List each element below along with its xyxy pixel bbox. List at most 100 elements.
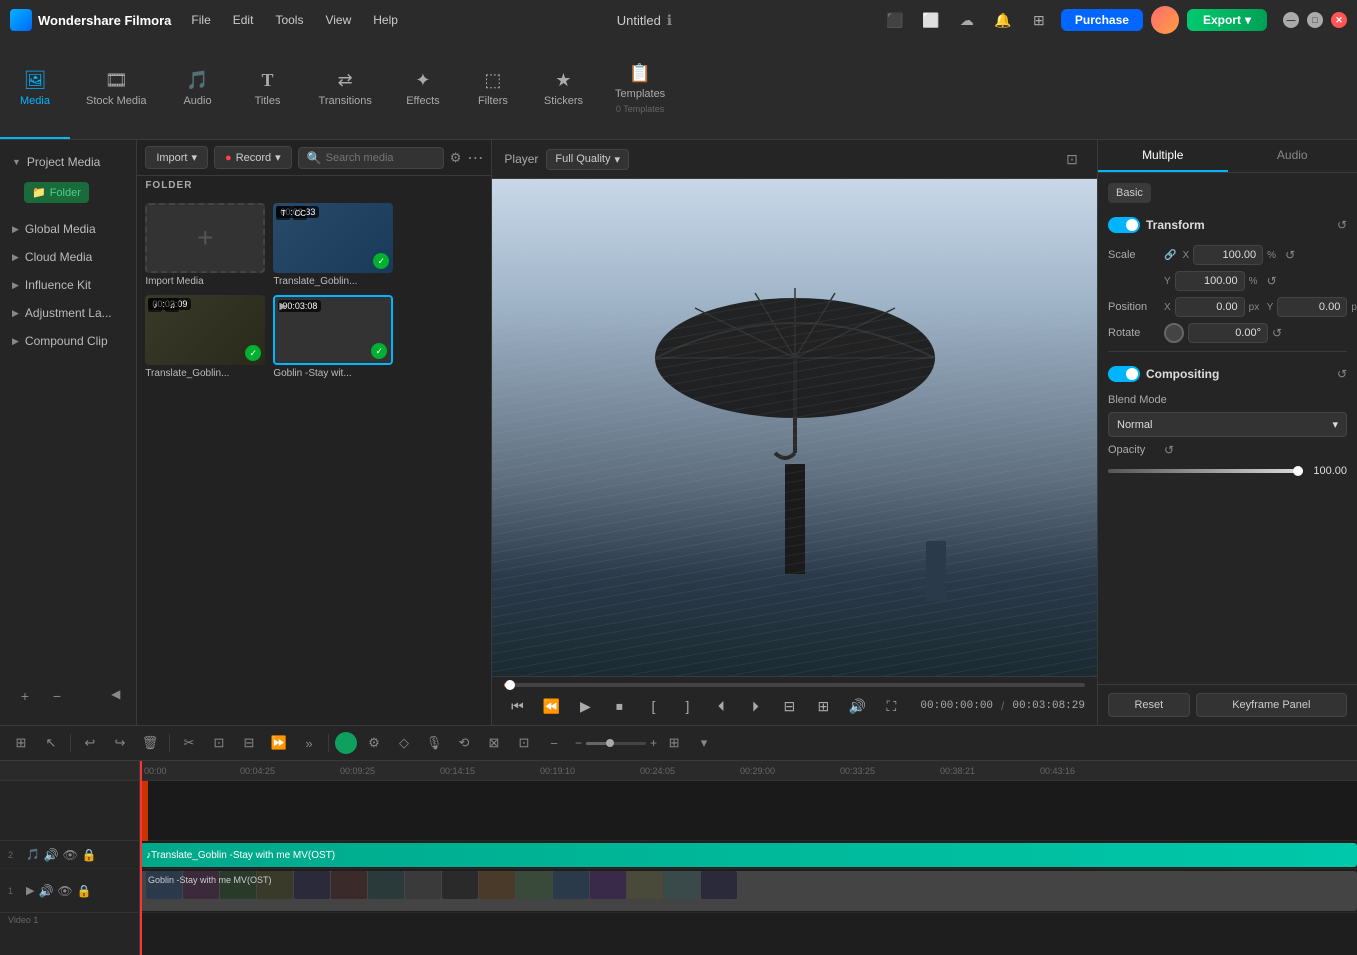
tl-split-button[interactable]: ✂ <box>176 730 202 756</box>
scale-y-input[interactable] <box>1175 271 1245 291</box>
export-button[interactable]: Export ▾ <box>1187 9 1267 31</box>
tab-audio[interactable]: 🎵 Audio <box>163 40 233 139</box>
compositing-section-toggle[interactable]: Compositing ↺ <box>1108 360 1347 388</box>
sidebar-item-global-media[interactable]: ▶ Global Media <box>0 215 136 243</box>
rotate-reset-icon[interactable]: ↺ <box>1272 326 1282 340</box>
tl-play-head-button[interactable] <box>335 732 357 754</box>
next-frame-button[interactable]: ⏵ <box>742 693 768 719</box>
add-folder-icon[interactable]: + <box>12 683 38 709</box>
more-icon[interactable]: ⋯ <box>467 148 483 168</box>
tl-scene-detect-button[interactable]: ⊞ <box>8 730 34 756</box>
minimize-button[interactable]: — <box>1283 12 1299 28</box>
tl-zoom-out-icon[interactable]: − <box>575 736 582 750</box>
opacity-reset-icon[interactable]: ↺ <box>1164 443 1174 457</box>
tl-zoom-in-icon[interactable]: + <box>650 736 657 750</box>
menu-view[interactable]: View <box>315 9 361 31</box>
frame-back-button[interactable]: ⏪ <box>538 693 564 719</box>
sidebar-item-compound-clip[interactable]: ▶ Compound Clip <box>0 327 136 355</box>
tab-audio-panel[interactable]: Audio <box>1228 140 1357 172</box>
skip-back-button[interactable]: ⏮ <box>504 693 530 719</box>
tl-thumbnail-button[interactable]: ⊡ <box>511 730 537 756</box>
stop-button[interactable]: ⏹ <box>606 693 632 719</box>
progress-bar[interactable] <box>504 683 1085 687</box>
compositing-toggle[interactable] <box>1108 366 1140 382</box>
tl-delete-button[interactable]: 🗑 <box>137 730 163 756</box>
tab-transitions[interactable]: ⇄ Transitions <box>303 40 388 139</box>
timeline-content[interactable]: 00:00 00:04:25 00:09:25 00:14:15 00:19:1… <box>140 761 1357 955</box>
fullscreen-preview-button[interactable]: ⛶ <box>878 693 904 719</box>
transform-reset-icon[interactable]: ↺ <box>1337 218 1347 232</box>
grid-icon[interactable]: ⊞ <box>1025 6 1053 34</box>
video-mute-icon[interactable]: 🔊 <box>38 884 53 898</box>
tl-speed-button[interactable]: ⏩ <box>266 730 292 756</box>
avatar[interactable] <box>1151 6 1179 34</box>
purchase-button[interactable]: Purchase <box>1061 9 1143 31</box>
tab-stickers[interactable]: ★ Stickers <box>528 40 599 139</box>
pip-button[interactable]: ⊞ <box>810 693 836 719</box>
cloud-icon[interactable]: ☁ <box>953 6 981 34</box>
menu-help[interactable]: Help <box>363 9 408 31</box>
tl-desel-button[interactable]: − <box>541 730 567 756</box>
restore-icon[interactable]: ⬛ <box>881 6 909 34</box>
position-x-input[interactable] <box>1175 297 1245 317</box>
keyframe-panel-button[interactable]: Keyframe Panel <box>1196 693 1347 717</box>
remove-folder-icon[interactable]: − <box>44 683 70 709</box>
record-button[interactable]: ● Record ▾ <box>214 146 292 169</box>
transform-toggle[interactable] <box>1108 217 1140 233</box>
scale-x-input[interactable] <box>1193 245 1263 265</box>
tl-zoom-slider[interactable] <box>586 742 646 745</box>
sidebar-item-adjustment-la[interactable]: ▶ Adjustment La... <box>0 299 136 327</box>
tl-transition-button[interactable]: ⟲ <box>451 730 477 756</box>
search-box[interactable]: 🔍 <box>298 147 444 169</box>
tl-subtitle-button[interactable]: ⊠ <box>481 730 507 756</box>
collapse-sidebar-button[interactable]: ◀ <box>107 683 124 709</box>
video-track-row[interactable]: Goblin -Stay with me MV(OST) <box>140 869 1357 913</box>
mark-in-button[interactable]: [ <box>640 693 666 719</box>
reset-button[interactable]: Reset <box>1108 693 1190 717</box>
import-media-item[interactable]: + Import Media <box>145 203 265 287</box>
tab-media[interactable]: 🖼 Media <box>0 40 70 139</box>
transform-section-toggle[interactable]: Transform ↺ <box>1108 211 1347 239</box>
sidebar-item-project-media[interactable]: ▼ Project Media <box>0 148 136 176</box>
menu-file[interactable]: File <box>181 9 220 31</box>
opacity-slider[interactable] <box>1108 469 1303 473</box>
maximize-button[interactable]: □ <box>1307 12 1323 28</box>
sidebar-item-influence-kit[interactable]: ▶ Influence Kit <box>0 271 136 299</box>
tl-mark-button[interactable]: ◇ <box>391 730 417 756</box>
menu-edit[interactable]: Edit <box>223 9 264 31</box>
tab-stock-media[interactable]: 🎞 Stock Media <box>70 40 163 139</box>
tl-snap-button[interactable]: ⚙ <box>361 730 387 756</box>
search-input[interactable] <box>326 152 435 164</box>
volume-button[interactable]: 🔊 <box>844 693 870 719</box>
tl-crop-button[interactable]: ⊟ <box>236 730 262 756</box>
tl-layout-button[interactable]: ⊞ <box>661 730 687 756</box>
sidebar-item-cloud-media[interactable]: ▶ Cloud Media <box>0 243 136 271</box>
tab-titles[interactable]: T Titles <box>233 40 303 139</box>
tl-redo-button[interactable]: ↪ <box>107 730 133 756</box>
media-item-clip3[interactable]: 00:03:08 ▶ ✓ Goblin -Stay wit... <box>273 295 393 379</box>
audio-lock-icon[interactable]: 🔒 <box>82 848 97 862</box>
audio-mute-icon[interactable]: 🔊 <box>44 848 59 862</box>
blend-mode-select[interactable]: Normal ▾ <box>1108 412 1347 437</box>
tab-multiple[interactable]: Multiple <box>1098 140 1228 172</box>
tl-more-button[interactable]: » <box>296 730 322 756</box>
video-solo-icon[interactable]: 👁 <box>57 884 72 898</box>
bell-icon[interactable]: 🔔 <box>989 6 1017 34</box>
progress-handle[interactable] <box>505 680 515 690</box>
tl-settings-button[interactable]: ▾ <box>691 730 717 756</box>
compositing-reset-icon[interactable]: ↺ <box>1337 367 1347 381</box>
filter-icon[interactable]: ⚙ <box>450 150 462 166</box>
import-button[interactable]: Import ▾ <box>145 146 208 169</box>
tab-filters[interactable]: ⬚ Filters <box>458 40 528 139</box>
folder-button[interactable]: 📁 Folder <box>24 182 89 203</box>
tl-pointer-button[interactable]: ↖ <box>38 730 64 756</box>
video-lock-icon[interactable]: 🔒 <box>77 884 92 898</box>
rotate-input[interactable] <box>1188 323 1268 343</box>
play-button[interactable]: ▶ <box>572 693 598 719</box>
scale-x-reset-icon[interactable]: ↺ <box>1285 248 1295 262</box>
fullscreen-icon[interactable]: ⬜ <box>917 6 945 34</box>
position-y-input[interactable] <box>1277 297 1347 317</box>
info-icon[interactable]: ℹ <box>667 12 672 29</box>
preview-expand-icon[interactable]: ⊡ <box>1059 146 1085 172</box>
tl-trim-button[interactable]: ⊡ <box>206 730 232 756</box>
